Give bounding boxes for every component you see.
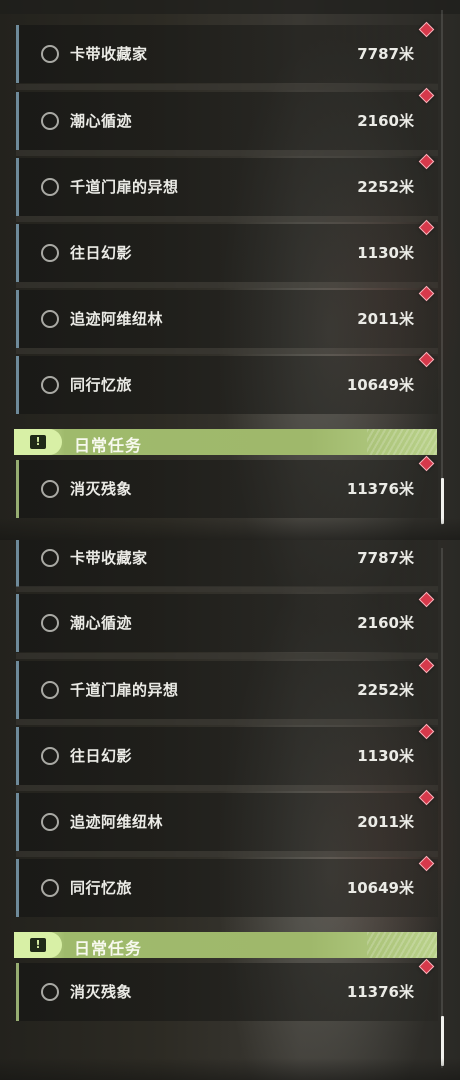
quest-name: 消灭残象 — [70, 983, 133, 1001]
quest-distance: 7787米 — [357, 549, 414, 567]
quest-name: 往日幻影 — [70, 244, 133, 262]
circle-outline-icon — [41, 480, 59, 498]
quest-distance: 2252米 — [357, 178, 414, 196]
circle-outline-icon — [41, 112, 59, 130]
quest-row[interactable]: 千道门扉的异想 2252米 — [16, 653, 438, 719]
circle-outline-icon — [41, 549, 59, 567]
section-title: 日常任务 — [74, 939, 143, 958]
circle-outline-icon — [41, 45, 59, 63]
quest-distance: 10649米 — [346, 879, 414, 897]
circle-outline-icon — [41, 747, 59, 765]
quest-distance: 2011米 — [357, 813, 414, 831]
daily-quest-row[interactable]: 消灭残象 11376米 — [16, 460, 438, 518]
quest-row[interactable]: 同行忆旅 10649米 — [16, 851, 438, 917]
daily-quests-header[interactable]: ! 日常任务 — [14, 932, 437, 958]
quest-distance: 2160米 — [357, 614, 414, 632]
quest-name: 消灭残象 — [70, 480, 133, 498]
circle-outline-icon — [41, 376, 59, 394]
circle-outline-icon — [41, 310, 59, 328]
quest-row[interactable]: 潮心循迹 2160米 — [16, 586, 438, 652]
quest-name: 卡带收藏家 — [70, 45, 148, 63]
section-title: 日常任务 — [74, 436, 143, 455]
quest-list-panel: 卡带收藏家 7787米 潮心循迹 2160米 千道门扉的异想 2252米 往日幻… — [0, 0, 460, 540]
quest-name: 千道门扉的异想 — [70, 681, 179, 699]
circle-outline-icon — [41, 983, 59, 1001]
quest-name: 追迹阿维纽林 — [70, 310, 164, 328]
quest-distance: 1130米 — [357, 747, 414, 765]
daily-quests-header[interactable]: ! 日常任务 — [14, 429, 437, 455]
quest-name: 同行忆旅 — [70, 376, 133, 394]
quest-distance: 11376米 — [346, 983, 414, 1001]
quest-list-panel: 卡带收藏家 7787米 潮心循迹 2160米 千道门扉的异想 2252米 往日幻… — [0, 540, 460, 1080]
scrollbar-track[interactable] — [441, 10, 443, 525]
circle-outline-icon — [41, 681, 59, 699]
quest-row[interactable]: 潮心循迹 2160米 — [16, 84, 438, 150]
quest-row[interactable]: 千道门扉的异想 2252米 — [16, 150, 438, 216]
quest-distance: 2011米 — [357, 310, 414, 328]
quest-name: 潮心循迹 — [70, 112, 133, 130]
quest-row[interactable]: 追迹阿维纽林 2011米 — [16, 785, 438, 851]
quest-row[interactable]: 往日幻影 1130米 — [16, 216, 438, 282]
quest-name: 往日幻影 — [70, 747, 133, 765]
quest-distance: 10649米 — [346, 376, 414, 394]
quest-row[interactable]: 卡带收藏家 7787米 — [16, 540, 438, 587]
daily-quest-row[interactable]: 消灭残象 11376米 — [16, 963, 438, 1021]
quest-name: 追迹阿维纽林 — [70, 813, 164, 831]
quest-distance: 11376米 — [346, 480, 414, 498]
quest-row[interactable]: 往日幻影 1130米 — [16, 719, 438, 785]
circle-outline-icon — [41, 614, 59, 632]
quest-row[interactable]: 卡带收藏家 7787米 — [16, 25, 438, 83]
quest-name: 千道门扉的异想 — [70, 178, 179, 196]
circle-outline-icon — [41, 178, 59, 196]
quest-distance: 7787米 — [357, 45, 414, 63]
circle-outline-icon — [41, 244, 59, 262]
quest-distance: 1130米 — [357, 244, 414, 262]
quest-name: 潮心循迹 — [70, 614, 133, 632]
circle-outline-icon — [41, 813, 59, 831]
quest-distance: 2252米 — [357, 681, 414, 699]
exclamation-box-icon: ! — [30, 938, 46, 952]
scrollbar-thumb[interactable] — [441, 478, 444, 524]
quest-row[interactable]: 追迹阿维纽林 2011米 — [16, 282, 438, 348]
scrollbar-track[interactable] — [441, 548, 443, 1068]
scrollbar-thumb[interactable] — [441, 1016, 444, 1066]
quest-name: 同行忆旅 — [70, 879, 133, 897]
quest-name: 卡带收藏家 — [70, 549, 148, 567]
exclamation-box-icon: ! — [30, 435, 46, 449]
quest-row[interactable]: 同行忆旅 10649米 — [16, 348, 438, 414]
quest-distance: 2160米 — [357, 112, 414, 130]
circle-outline-icon — [41, 879, 59, 897]
